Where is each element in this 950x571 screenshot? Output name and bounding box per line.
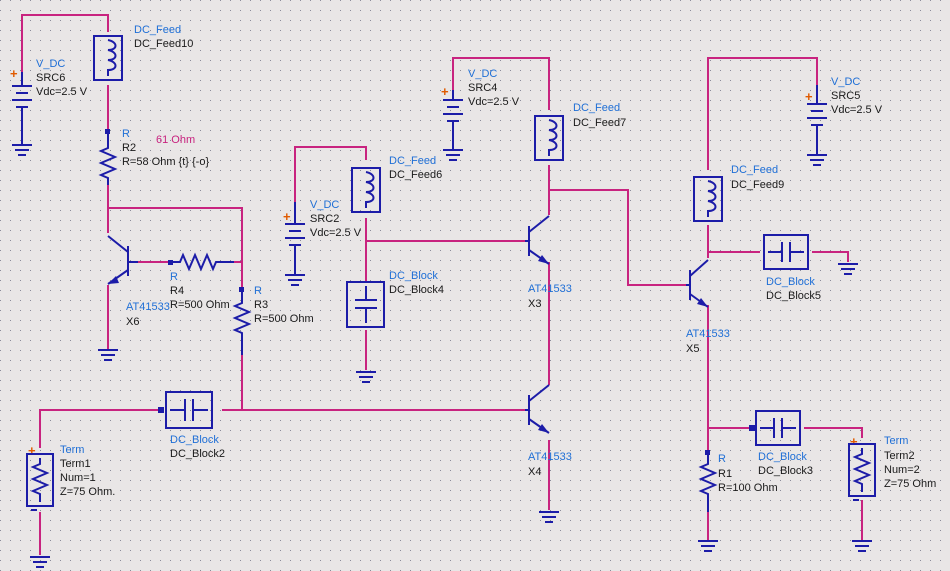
schematic-canvas: + V_DC SRC6 Vdc=2.5 V + V_DC SRC4 Vdc=2.… xyxy=(0,0,950,571)
block2-type: DC_Block xyxy=(170,434,219,446)
x3-name: X3 xyxy=(528,298,541,310)
term1-z: Z=75 Ohm. xyxy=(60,486,115,498)
feed7-name: DC_Feed7 xyxy=(573,117,626,129)
src4-type: V_DC xyxy=(468,68,497,80)
feed9-name: DC_Feed9 xyxy=(731,179,784,191)
plus-icon: + xyxy=(850,434,858,449)
feed7-type: DC_Feed xyxy=(573,102,620,114)
r2-name: R2 xyxy=(122,142,136,154)
feed10-type: DC_Feed xyxy=(134,24,181,36)
r2-value: R=58 Ohm {t} {-o} xyxy=(122,156,209,168)
r3-value: R=500 Ohm xyxy=(254,313,314,325)
term1-name: Term1 xyxy=(60,458,91,470)
src4-name: SRC4 xyxy=(468,82,497,94)
r1-value: R=100 Ohm xyxy=(718,482,778,494)
block5-name: DC_Block5 xyxy=(766,290,821,302)
src6-name: SRC6 xyxy=(36,72,65,84)
src5-type: V_DC xyxy=(831,76,860,88)
r1-type: R xyxy=(718,453,726,465)
term2-name: Term2 xyxy=(884,450,915,462)
src6-value: Vdc=2.5 V xyxy=(36,86,88,98)
plus-icon: + xyxy=(805,89,813,104)
x3-type: AT41533 xyxy=(528,283,572,295)
feed6-type: DC_Feed xyxy=(389,155,436,167)
x4-type: AT41533 xyxy=(528,451,572,463)
term2-z: Z=75 Ohm xyxy=(884,478,936,490)
term1-num: Num=1 xyxy=(60,472,96,484)
src4-value: Vdc=2.5 V xyxy=(468,96,520,108)
plus-icon: + xyxy=(10,66,18,81)
block5-type: DC_Block xyxy=(766,276,815,288)
x4-name: X4 xyxy=(528,466,541,478)
src6-type: V_DC xyxy=(36,58,65,70)
term1-type: Term xyxy=(60,444,84,456)
r3-name: R3 xyxy=(254,299,268,311)
block4-name: DC_Block4 xyxy=(389,284,444,296)
src5-name: SRC5 xyxy=(831,90,860,102)
block4-type: DC_Block xyxy=(389,270,438,282)
r3-type: R xyxy=(254,285,262,297)
src2-name: SRC2 xyxy=(310,213,339,225)
x6-name: X6 xyxy=(126,316,139,328)
feed10-name: DC_Feed10 xyxy=(134,38,193,50)
term2-num: Num=2 xyxy=(884,464,920,476)
block3-type: DC_Block xyxy=(758,451,807,463)
r2-type: R xyxy=(122,128,130,140)
r1-name: R1 xyxy=(718,468,732,480)
x5-name: X5 xyxy=(686,343,699,355)
plus-icon: + xyxy=(283,209,291,224)
src2-type: V_DC xyxy=(310,199,339,211)
plus-icon: + xyxy=(441,84,449,99)
feed9-type: DC_Feed xyxy=(731,164,778,176)
r2-tuned-value: 61 Ohm xyxy=(156,134,195,146)
x5-type: AT41533 xyxy=(686,328,730,340)
plus-icon: + xyxy=(28,443,36,458)
block2-name: DC_Block2 xyxy=(170,448,225,460)
r4-name: R4 xyxy=(170,285,184,297)
r4-type: R xyxy=(170,271,178,283)
block3-name: DC_Block3 xyxy=(758,465,813,477)
term2-type: Term xyxy=(884,435,908,447)
x6-type: AT41533 xyxy=(126,301,170,313)
src2-value: Vdc=2.5 V xyxy=(310,227,362,239)
r4-value: R=500 Ohm xyxy=(170,299,230,311)
feed6-name: DC_Feed6 xyxy=(389,169,442,181)
src5-value: Vdc=2.5 V xyxy=(831,104,883,116)
